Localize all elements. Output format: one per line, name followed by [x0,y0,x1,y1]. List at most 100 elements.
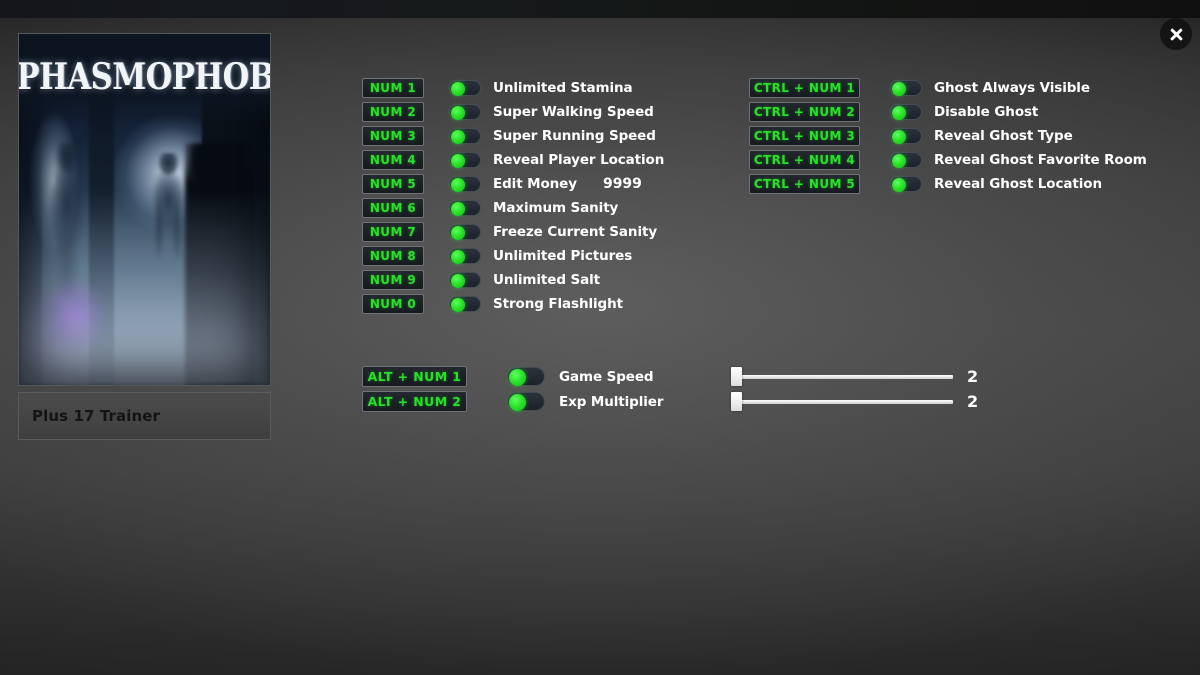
cheat-row-unlimited-pictures: NUM 8 Unlimited Pictures [362,244,664,268]
toggle-knob-icon [892,130,906,144]
close-button[interactable] [1160,18,1192,50]
toggle-maximum-sanity[interactable] [449,200,481,216]
cheat-label-super-running-speed: Super Running Speed [493,128,656,144]
hotkey-button-num-1[interactable]: NUM 1 [362,78,424,98]
toggle-knob-icon [451,226,465,240]
cheat-row-disable-ghost: CTRL + NUM 2 Disable Ghost [749,100,1147,124]
cheat-row-maximum-sanity: NUM 6 Maximum Sanity [362,196,664,220]
toggle-reveal-ghost-location[interactable] [890,176,922,192]
slider-label-game-speed: Game Speed [559,368,654,385]
toggle-reveal-player-location[interactable] [449,152,481,168]
slider-control-exp-multiplier: 2 [731,392,985,411]
slider-handle[interactable] [731,392,742,411]
slider-row-exp-multiplier: ALT + NUM 2 Exp Multiplier 2 [362,389,985,414]
cheat-row-freeze-current-sanity: NUM 7 Freeze Current Sanity [362,220,664,244]
hotkey-button-num-3[interactable]: NUM 3 [362,126,424,146]
cheat-label-freeze-current-sanity: Freeze Current Sanity [493,224,658,240]
toggle-reveal-ghost-type[interactable] [890,128,922,144]
cheat-row-reveal-player-location: NUM 4 Reveal Player Location [362,148,664,172]
cheat-label-ghost-always-visible: Ghost Always Visible [934,80,1090,96]
hotkey-button-num-9[interactable]: NUM 9 [362,270,424,290]
game-panel: PHASMOPHOBIA Plus 17 Trainer [18,33,271,440]
hotkey-button-ctrl-plus-num-2[interactable]: CTRL + NUM 2 [749,102,860,122]
toggle-game-speed[interactable] [507,367,545,386]
toggle-knob-icon [892,106,906,120]
hotkey-button-num-0[interactable]: NUM 0 [362,294,424,314]
toggle-reveal-ghost-favorite-room[interactable] [890,152,922,168]
cheat-label-super-walking-speed: Super Walking Speed [493,104,654,120]
slider-label-exp-multiplier: Exp Multiplier [559,393,664,410]
game-title: PHASMOPHOBIA [18,56,270,99]
toggle-knob-icon [451,298,465,312]
toggle-knob-icon [451,250,465,264]
toggle-knob-icon [892,178,906,192]
toggle-knob-icon [509,369,526,386]
cheat-row-reveal-ghost-type: CTRL + NUM 3 Reveal Ghost Type [749,124,1147,148]
close-icon [1169,27,1184,42]
cheat-label-reveal-player-location: Reveal Player Location [493,152,665,168]
hotkey-button-num-5[interactable]: NUM 5 [362,174,424,194]
hotkey-button-ctrl-plus-num-1[interactable]: CTRL + NUM 1 [749,78,860,98]
hotkey-button-ctrl-plus-num-4[interactable]: CTRL + NUM 4 [749,150,860,170]
cheat-row-reveal-ghost-favorite-room: CTRL + NUM 4 Reveal Ghost Favorite Room [749,148,1147,172]
hotkey-button-num-8[interactable]: NUM 8 [362,246,424,266]
cheat-row-reveal-ghost-location: CTRL + NUM 5 Reveal Ghost Location [749,172,1147,196]
slider-row-game-speed: ALT + NUM 1 Game Speed 2 [362,364,985,389]
cheat-label-maximum-sanity: Maximum Sanity [493,200,619,216]
toggle-freeze-current-sanity[interactable] [449,224,481,240]
hotkey-button-num-6[interactable]: NUM 6 [362,198,424,218]
cheat-label-unlimited-salt: Unlimited Salt [493,272,601,288]
hotkey-button-num-7[interactable]: NUM 7 [362,222,424,242]
toggle-knob-icon [451,154,465,168]
trainer-label-box: Plus 17 Trainer [18,392,271,440]
toggle-knob-icon [451,202,465,216]
trainer-label: Plus 17 Trainer [32,407,161,425]
toggle-exp-multiplier[interactable] [507,392,545,411]
slider-track [731,399,953,404]
cheat-row-unlimited-stamina: NUM 1 Unlimited Stamina [362,76,664,100]
cheat-row-super-walking-speed: NUM 2 Super Walking Speed [362,100,664,124]
toggle-unlimited-pictures[interactable] [449,248,481,264]
cheat-row-unlimited-salt: NUM 9 Unlimited Salt [362,268,664,292]
toggle-ghost-always-visible[interactable] [890,80,922,96]
toggle-knob-icon [451,106,465,120]
toggle-knob-icon [451,130,465,144]
hotkey-button-ctrl-plus-num-5[interactable]: CTRL + NUM 5 [749,174,860,194]
toggle-strong-flashlight[interactable] [449,296,481,312]
cheat-row-ghost-always-visible: CTRL + NUM 1 Ghost Always Visible [749,76,1147,100]
hotkey-button-num-2[interactable]: NUM 2 [362,102,424,122]
toggle-knob-icon [451,274,465,288]
toggle-super-running-speed[interactable] [449,128,481,144]
cheat-label-unlimited-stamina: Unlimited Stamina [493,80,633,96]
slider-value-game-speed: 2 [967,367,979,386]
hotkey-button-alt-plus-num-1[interactable]: ALT + NUM 1 [362,366,467,387]
cheat-row-strong-flashlight: NUM 0 Strong Flashlight [362,292,664,316]
cheat-label-reveal-ghost-location: Reveal Ghost Location [934,176,1102,192]
toggle-unlimited-salt[interactable] [449,272,481,288]
hotkey-button-num-4[interactable]: NUM 4 [362,150,424,170]
slider-control-game-speed: 2 [731,367,985,386]
slider-value-exp-multiplier: 2 [967,392,979,411]
cheat-row-super-running-speed: NUM 3 Super Running Speed [362,124,664,148]
toggle-knob-icon [509,394,526,411]
slider-exp-multiplier[interactable] [731,392,953,411]
toggle-disable-ghost[interactable] [890,104,922,120]
cheat-label-edit-money: Edit Money [493,176,577,192]
cheat-label-strong-flashlight: Strong Flashlight [493,296,623,312]
cheat-row-edit-money: NUM 5 Edit Money 9999 [362,172,664,196]
toggle-knob-icon [892,154,906,168]
toggle-super-walking-speed[interactable] [449,104,481,120]
cheat-label-reveal-ghost-type: Reveal Ghost Type [934,128,1073,144]
toggle-knob-icon [892,82,906,96]
cheat-value-edit-money[interactable]: 9999 [603,176,642,192]
toggle-knob-icon [451,178,465,192]
cheat-label-unlimited-pictures: Unlimited Pictures [493,248,633,264]
toggle-knob-icon [451,82,465,96]
slider-handle[interactable] [731,367,742,386]
toggle-edit-money[interactable] [449,176,481,192]
hotkey-button-alt-plus-num-2[interactable]: ALT + NUM 2 [362,391,467,412]
slider-game-speed[interactable] [731,367,953,386]
game-cover-art: PHASMOPHOBIA [18,33,271,386]
hotkey-button-ctrl-plus-num-3[interactable]: CTRL + NUM 3 [749,126,860,146]
toggle-unlimited-stamina[interactable] [449,80,481,96]
